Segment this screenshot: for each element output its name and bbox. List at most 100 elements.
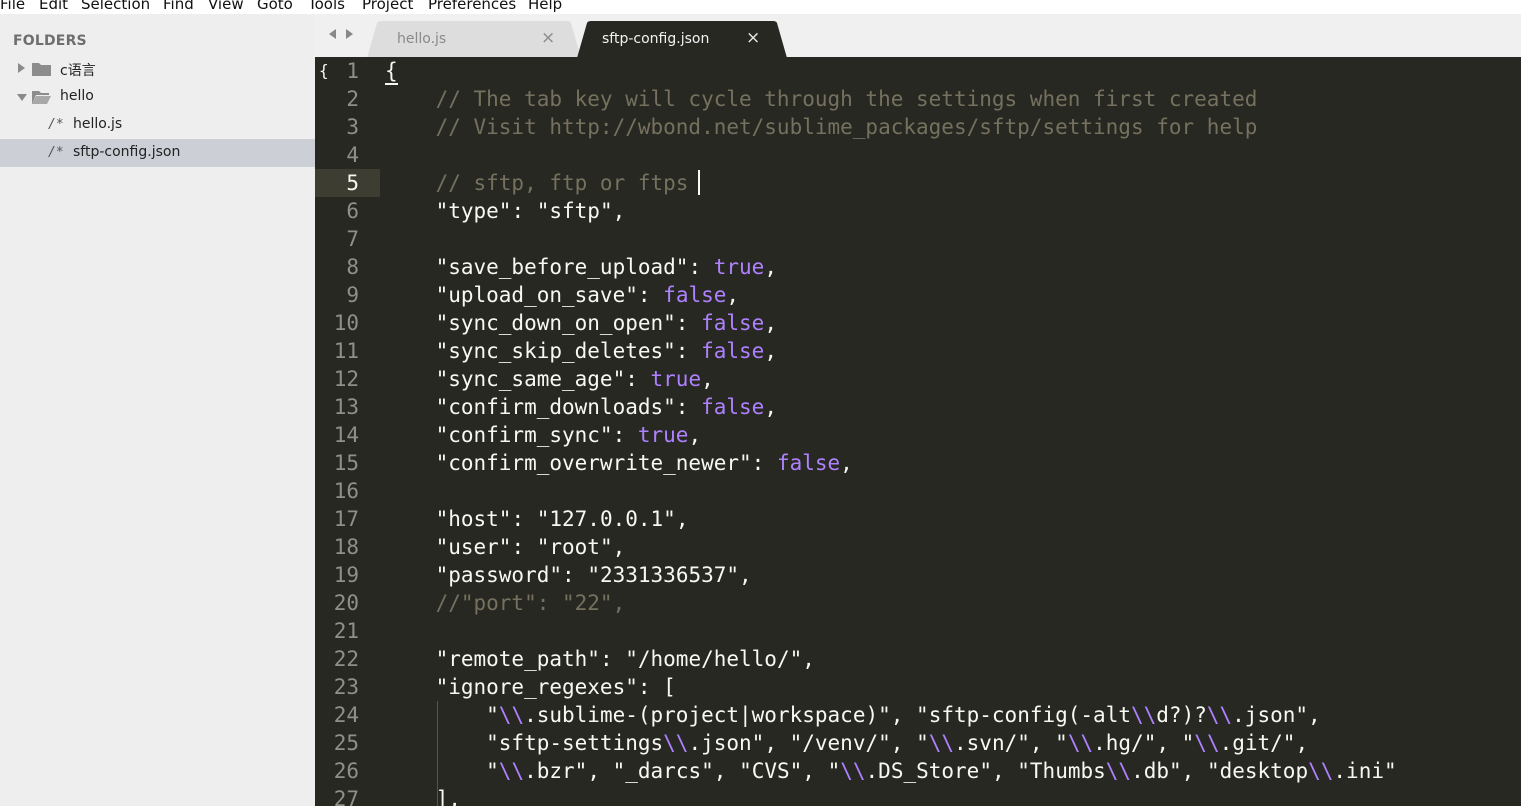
line-number: 22: [333, 647, 359, 671]
code-token: "CVS": [739, 759, 803, 783]
code-token: .json": [1232, 703, 1309, 727]
code-line[interactable]: "\\.sublime-(project|workspace)", "sftp-…: [385, 701, 1321, 729]
code-line[interactable]: "sync_skip_deletes": false,: [385, 337, 777, 365]
code-token: "ignore_regexes": [385, 675, 638, 699]
code-line[interactable]: "ignore_regexes": [: [385, 673, 676, 701]
code-line[interactable]: "confirm_sync": true,: [385, 421, 702, 449]
menu-help[interactable]: Help: [528, 0, 562, 14]
code-token: \\: [1130, 703, 1157, 727]
code-line[interactable]: //"port": "22",: [385, 589, 626, 617]
code-line[interactable]: "type": "sftp",: [385, 197, 626, 225]
code-token: ,: [1181, 759, 1207, 783]
menu-preferences[interactable]: Preferences: [428, 0, 516, 14]
code-token: ,: [612, 199, 626, 223]
code-line[interactable]: "upload_on_save": false,: [385, 281, 739, 309]
chevron-down-icon[interactable]: [17, 94, 27, 101]
code-line[interactable]: // The tab key will cycle through the se…: [385, 85, 1258, 113]
sidebar-item-label: c语言: [60, 63, 96, 79]
code-line[interactable]: "password": "2331336537",: [385, 561, 752, 589]
code-token: .bzr": [524, 759, 588, 783]
code-token: "confirm_downloads": [385, 395, 676, 419]
sidebar-item-hello-js[interactable]: /* hello.js: [0, 111, 315, 139]
code-line[interactable]: "save_before_upload": true,: [385, 253, 777, 281]
code-line[interactable]: "sync_same_age": true,: [385, 365, 714, 393]
file-comment-icon: /*: [48, 117, 64, 132]
code-line[interactable]: {: [385, 57, 398, 85]
code-token: "remote_path": [385, 647, 600, 671]
code-token: ,: [764, 255, 777, 279]
code-token: \\: [1067, 731, 1094, 755]
code-token: "host": [385, 507, 512, 531]
code-line[interactable]: "sync_down_on_open": false,: [385, 309, 777, 337]
code-token: false: [663, 283, 727, 307]
code-token: ,: [991, 759, 1018, 783]
code-token: "sync_same_age": [385, 367, 626, 391]
code-token: "desktop: [1206, 759, 1309, 783]
code-line[interactable]: // sftp, ftp or ftps: [385, 169, 689, 197]
sidebar-item-hello-folder[interactable]: hello: [0, 83, 315, 111]
code-token: .db": [1131, 759, 1182, 783]
code-token: \\: [1105, 759, 1132, 783]
code-line[interactable]: "host": "127.0.0.1",: [385, 505, 689, 533]
menu-file[interactable]: File: [0, 0, 25, 14]
code-token: // The tab key will cycle through the se…: [385, 87, 1258, 111]
code-token: "sftp-settings: [385, 731, 664, 755]
code-token: "sftp": [536, 199, 613, 223]
code-token: "/home/hello/": [625, 647, 803, 671]
line-number: 4: [346, 143, 359, 167]
code-token: "_darcs": [612, 759, 714, 783]
menu-goto[interactable]: Goto: [257, 0, 293, 14]
tab-nav-left-icon[interactable]: [329, 29, 336, 39]
code-token: ,: [890, 703, 917, 727]
tab-sftp-config[interactable]: sftp-config.json ×: [577, 21, 787, 58]
menu-edit[interactable]: Edit: [39, 0, 68, 14]
sidebar-title: FOLDERS: [13, 33, 87, 49]
line-number: 26: [333, 759, 359, 783]
line-number: 20: [333, 591, 359, 615]
code-token: .git/": [1219, 731, 1296, 755]
code-line[interactable]: "confirm_overwrite_newer": false,: [385, 449, 853, 477]
code-token: ,: [1308, 703, 1321, 727]
code-token: "root": [536, 535, 613, 559]
line-number: 10: [333, 311, 359, 335]
sidebar-item-c-folder[interactable]: c语言: [0, 55, 315, 83]
code-token: ,: [587, 759, 613, 783]
code-line[interactable]: "user": "root",: [385, 533, 626, 561]
code-line[interactable]: // Visit http://wbond.net/sublime_packag…: [385, 113, 1258, 141]
code-token: .hg/": [1093, 731, 1157, 755]
code-token: ,: [802, 759, 828, 783]
code-token: ,: [701, 367, 714, 391]
line-number: 16: [333, 479, 359, 503]
line-number: 24: [333, 703, 359, 727]
code-line[interactable]: "\\.bzr", "_darcs", "CVS", "\\.DS_Store"…: [385, 757, 1396, 785]
indent-guide: [437, 701, 438, 806]
code-line[interactable]: "remote_path": "/home/hello/",: [385, 645, 815, 673]
menu-selection[interactable]: Selection: [81, 0, 150, 14]
code-token: ": [385, 759, 499, 783]
menu-find[interactable]: Find: [163, 0, 194, 14]
code-line[interactable]: ],: [385, 785, 461, 806]
sidebar: FOLDERS c语言 hello /* hello.js /* sftp-co…: [0, 14, 315, 806]
line-number: 5: [346, 171, 359, 195]
close-icon[interactable]: ×: [746, 28, 760, 48]
code-token: "sftp-config(-alt: [916, 703, 1131, 727]
sidebar-item-sftp-config[interactable]: /* sftp-config.json: [0, 139, 315, 167]
tab-hello-js[interactable]: hello.js ×: [367, 21, 581, 58]
menu-view[interactable]: View: [208, 0, 244, 14]
close-icon[interactable]: ×: [541, 28, 555, 48]
code-line[interactable]: "confirm_downloads": false,: [385, 393, 777, 421]
code-token: true: [637, 423, 689, 447]
code-token: .svn/": [954, 731, 1030, 755]
menu-tools[interactable]: Tools: [308, 0, 345, 14]
line-number: 11: [333, 339, 359, 363]
chevron-right-icon[interactable]: [18, 63, 25, 73]
bracket-match-underline: [385, 83, 398, 85]
code-token: :: [637, 283, 664, 307]
code-line[interactable]: "sftp-settings\\.json", "/venv/", "\\.sv…: [385, 729, 1308, 757]
line-number: 2: [346, 87, 359, 111]
code-token: // Visit http://wbond.net/sublime_packag…: [385, 115, 1258, 139]
file-comment-icon: /*: [48, 145, 64, 160]
tab-nav-right-icon[interactable]: [346, 29, 353, 39]
code-editor[interactable]: { 1 2 3 4 5 6 7 8 9 10 11 12 13 14 15 16 17 18 19 20 21 22 23 2…: [315, 57, 1521, 806]
menu-project[interactable]: Project: [362, 0, 413, 14]
